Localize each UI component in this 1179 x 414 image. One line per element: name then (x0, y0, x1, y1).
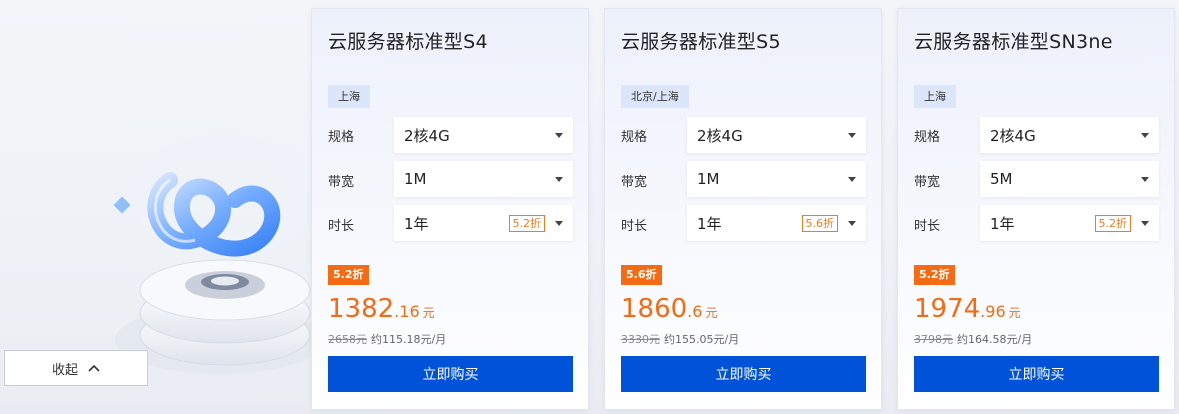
price: 1974.96 元 (914, 294, 1021, 324)
original-price: 3798元 (914, 333, 953, 346)
duration-select[interactable]: 1年 5.2折 (980, 205, 1159, 241)
spec-select[interactable]: 2核4G (687, 117, 866, 153)
spec-label: 规格 (328, 130, 355, 145)
product-card-s4: 云服务器标准型S4 上海 规格 2核4G 带宽 1M 时长 1年 5.2折 5.… (311, 8, 589, 410)
card-title: 云服务器标准型S4 (328, 31, 488, 53)
price-decimal: .6 (687, 302, 703, 321)
price-decimal: .16 (394, 302, 420, 321)
bandwidth-value: 1M (697, 170, 720, 188)
monthly-price: 约115.18元/月 (371, 333, 447, 346)
spec-select[interactable]: 2核4G (394, 117, 573, 153)
discount-badge: 5.2折 (914, 265, 955, 285)
duration-select[interactable]: 1年 5.2折 (394, 205, 573, 241)
region-tag: 上海 (328, 85, 370, 108)
spec-value: 2核4G (697, 126, 743, 145)
caret-down-icon (848, 220, 856, 226)
collapse-label: 收起 (51, 362, 78, 378)
region-tag: 上海 (914, 85, 956, 108)
spec-label: 规格 (621, 130, 648, 145)
duration-label: 时长 (328, 219, 355, 234)
collapse-button[interactable]: 收起 (4, 350, 148, 386)
product-card-s5: 云服务器标准型S5 北京/上海 规格 2核4G 带宽 1M 时长 1年 5.6折… (604, 8, 882, 410)
region-tag: 北京/上海 (621, 85, 689, 108)
duration-value: 1年 (404, 214, 429, 233)
original-price: 2658元 (328, 333, 367, 346)
caret-down-icon (555, 220, 563, 226)
duration-label: 时长 (621, 219, 648, 234)
price: 1860.6 元 (621, 294, 717, 324)
bandwidth-value: 5M (990, 170, 1013, 188)
product-card-sn3ne: 云服务器标准型SN3ne 上海 规格 2核4G 带宽 5M 时长 1年 5.2折… (897, 8, 1175, 410)
original-price: 3330元 (621, 333, 660, 346)
original-price-line: 2658元 约115.18元/月 (328, 331, 446, 347)
price-integer: 1860 (621, 294, 688, 324)
chevron-up-icon (88, 364, 100, 372)
caret-down-icon (1141, 220, 1149, 226)
original-price-line: 3798元 约164.58元/月 (914, 331, 1032, 347)
duration-discount-tag: 5.2折 (1094, 214, 1131, 232)
caret-down-icon (555, 176, 563, 182)
bandwidth-label: 带宽 (621, 175, 648, 190)
spec-select[interactable]: 2核4G (980, 117, 1159, 153)
spec-value: 2核4G (990, 126, 1036, 145)
card-title: 云服务器标准型SN3ne (914, 31, 1113, 53)
bandwidth-label: 带宽 (914, 175, 941, 190)
price-decimal: .96 (980, 302, 1006, 321)
price-integer: 1974 (914, 294, 981, 324)
caret-down-icon (555, 132, 563, 138)
caret-down-icon (848, 176, 856, 182)
buy-now-button[interactable]: 立即购买 (621, 356, 866, 392)
bandwidth-label: 带宽 (328, 175, 355, 190)
caret-down-icon (1141, 176, 1149, 182)
price: 1382.16 元 (328, 294, 435, 324)
page: 收起 云服务器标准型S4 上海 规格 2核4G 带宽 1M 时长 1年 5.2折… (0, 0, 1179, 414)
discount-badge: 5.2折 (328, 265, 369, 285)
card-title: 云服务器标准型S5 (621, 31, 781, 53)
duration-discount-tag: 5.6折 (801, 214, 838, 232)
duration-value: 1年 (697, 214, 722, 233)
spec-value: 2核4G (404, 126, 450, 145)
buy-now-button[interactable]: 立即购买 (914, 356, 1159, 392)
duration-value: 1年 (990, 214, 1015, 233)
discount-badge: 5.6折 (621, 265, 662, 285)
duration-select[interactable]: 1年 5.6折 (687, 205, 866, 241)
bandwidth-value: 1M (404, 170, 427, 188)
original-price-line: 3330元 约155.05元/月 (621, 331, 739, 347)
price-integer: 1382 (328, 294, 395, 324)
server-illustration (113, 134, 320, 374)
caret-down-icon (1141, 132, 1149, 138)
monthly-price: 约164.58元/月 (957, 333, 1033, 346)
price-unit: 元 (1008, 306, 1021, 320)
bandwidth-select[interactable]: 1M (394, 161, 573, 197)
monthly-price: 约155.05元/月 (664, 333, 740, 346)
price-unit: 元 (422, 306, 435, 320)
duration-discount-tag: 5.2折 (508, 214, 545, 232)
duration-label: 时长 (914, 219, 941, 234)
spec-label: 规格 (914, 130, 941, 145)
bandwidth-select[interactable]: 1M (687, 161, 866, 197)
caret-down-icon (848, 132, 856, 138)
bandwidth-select[interactable]: 5M (980, 161, 1159, 197)
buy-now-button[interactable]: 立即购买 (328, 356, 573, 392)
price-unit: 元 (705, 306, 718, 320)
